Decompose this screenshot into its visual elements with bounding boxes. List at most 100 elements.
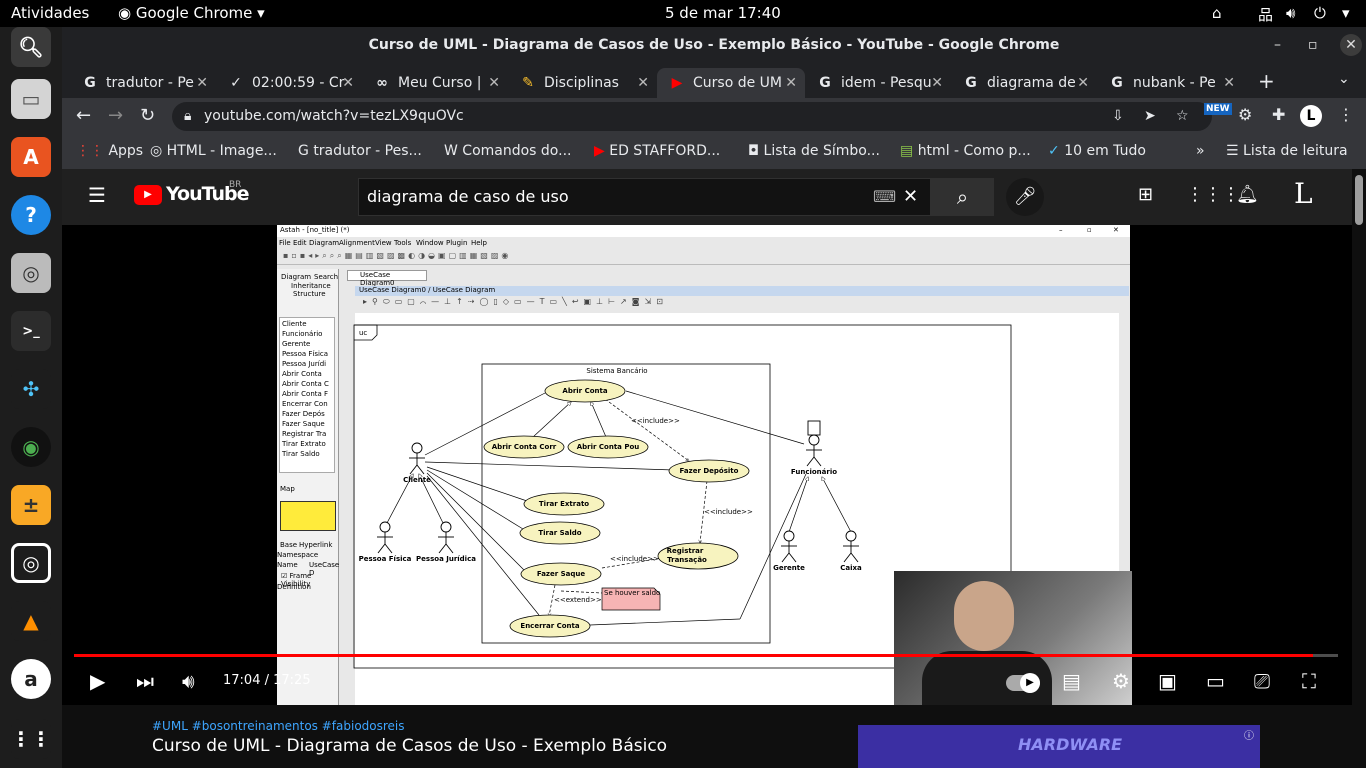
create-video-icon[interactable]: ⊞ bbox=[1138, 184, 1153, 205]
tab-search-icon[interactable]: ⌄ bbox=[1338, 71, 1350, 87]
google-icon: G bbox=[298, 143, 309, 159]
maximize-icon[interactable]: ▫ bbox=[1308, 27, 1318, 64]
tab[interactable]: ✎ Disciplinas ✕ bbox=[508, 68, 657, 98]
bookmarks-overflow-icon[interactable]: » bbox=[1196, 143, 1205, 159]
user-avatar[interactable]: L bbox=[1294, 177, 1313, 210]
camera-lens-icon[interactable]: ◉ bbox=[11, 427, 51, 467]
power-icon[interactable]: ⏻ bbox=[1314, 4, 1326, 22]
search-input[interactable]: diagrama de caso de uso ⌨ ✕ bbox=[358, 178, 931, 216]
info-icon[interactable]: ⓘ bbox=[1244, 727, 1254, 742]
fullscreen-icon[interactable]: ⛶ bbox=[1302, 669, 1316, 693]
tab[interactable]: Gdiagrama de ✕ bbox=[951, 68, 1097, 98]
close-icon[interactable]: ✕ bbox=[1223, 68, 1235, 98]
bookmark-label: Comandos do... bbox=[462, 143, 572, 159]
activities-button[interactable]: Atividades bbox=[11, 4, 89, 22]
extension-new-icon[interactable]: NEW bbox=[1204, 103, 1232, 115]
bookmark-item[interactable]: W Comandos do... bbox=[444, 143, 571, 159]
close-icon[interactable]: ✕ bbox=[196, 68, 208, 98]
autoplay-toggle[interactable]: ▶ bbox=[1006, 673, 1040, 693]
close-icon[interactable]: ✕ bbox=[1340, 34, 1362, 56]
show-apps-icon[interactable]: ⋮⋮ bbox=[11, 719, 51, 759]
keyboard-icon[interactable]: ⌨ bbox=[873, 179, 896, 215]
profile-avatar[interactable]: L bbox=[1300, 105, 1322, 127]
volume-icon[interactable]: 🔊︎ bbox=[1286, 4, 1295, 22]
bookmark-item[interactable]: ◎ HTML - Image... bbox=[150, 143, 277, 159]
puzzle-icon[interactable]: ✣ bbox=[11, 369, 51, 409]
tab[interactable]: Gnubank - Pe ✕ bbox=[1097, 68, 1243, 98]
close-icon[interactable]: ✕ bbox=[342, 68, 354, 98]
tab[interactable]: Gidem - Pesqu ✕ bbox=[805, 68, 951, 98]
bookmark-item[interactable]: G tradutor - Pes... bbox=[298, 143, 422, 159]
calculator-icon[interactable]: ± bbox=[11, 485, 51, 525]
webcam-icon[interactable]: ◎ bbox=[11, 543, 51, 583]
apps-grid-icon[interactable]: ⋮⋮⋮ bbox=[1186, 184, 1240, 205]
volume-icon[interactable]: 🔊︎ bbox=[182, 669, 195, 693]
uc-label: uc bbox=[359, 329, 367, 337]
bookmark-item[interactable]: ◘ Lista de Símbo... bbox=[748, 143, 880, 159]
close-icon[interactable]: ✕ bbox=[637, 68, 649, 98]
youtube-logo-icon[interactable]: ▶ bbox=[134, 185, 162, 205]
bookmark-label: tradutor - Pes... bbox=[313, 143, 422, 159]
close-icon[interactable]: ✕ bbox=[785, 68, 797, 98]
screenshot-icon[interactable]: ◎ bbox=[11, 253, 51, 293]
bookmark-label: HTML - Image... bbox=[166, 143, 277, 159]
terminal-icon[interactable]: >_ bbox=[11, 311, 51, 351]
microphone-icon[interactable]: 🎤︎ bbox=[1006, 178, 1044, 216]
window-title-text: Curso de UML - Diagrama de Casos de Uso … bbox=[368, 37, 1060, 53]
search-button[interactable]: ⌕ bbox=[931, 178, 994, 216]
subtitles-icon[interactable]: ▤ bbox=[1062, 669, 1081, 693]
app-center-icon[interactable]: A bbox=[11, 137, 51, 177]
back-icon[interactable]: ← bbox=[76, 105, 91, 126]
tab[interactable]: ∞ Meu Curso | ✕ bbox=[362, 68, 508, 98]
miniplayer-icon[interactable]: ▣ bbox=[1158, 669, 1177, 693]
page-scrollbar[interactable] bbox=[1352, 169, 1366, 768]
progress-bar[interactable] bbox=[74, 654, 1338, 657]
install-icon[interactable]: ⇩ bbox=[1112, 102, 1124, 131]
play-icon[interactable]: ▶ bbox=[90, 669, 105, 693]
bookmark-item[interactable]: ✓ 10 em Tudo bbox=[1048, 143, 1146, 159]
bookmark-label: html - Como p... bbox=[917, 143, 1031, 159]
clock[interactable]: 5 de mar 17:40 bbox=[665, 4, 781, 22]
bookmark-item[interactable]: ▤ html - Como p... bbox=[900, 143, 1031, 159]
dock-app-icon[interactable]: 🔍︎ bbox=[11, 27, 51, 67]
forward-icon[interactable]: → bbox=[108, 105, 123, 126]
hashtags[interactable]: #UML #bosontreinamentos #fabiodosreis bbox=[152, 719, 405, 733]
clear-icon[interactable]: ✕ bbox=[903, 179, 918, 215]
close-icon[interactable]: ✕ bbox=[488, 68, 500, 98]
theater-icon[interactable]: ▭ bbox=[1206, 669, 1225, 693]
notifications-icon[interactable]: 🔔︎ bbox=[1236, 184, 1259, 205]
settings-icon[interactable]: ⚙ bbox=[1112, 669, 1130, 693]
tab[interactable]: Gtradutor - Pe ✕ bbox=[70, 68, 216, 98]
scrollbar-thumb[interactable] bbox=[1355, 175, 1363, 225]
extension-icon[interactable]: ⚙ bbox=[1238, 105, 1252, 124]
video-player[interactable]: Astah - [no_title] (*) – ▫ ✕ File Edit D… bbox=[62, 225, 1352, 705]
vlc-icon[interactable]: ▲ bbox=[11, 601, 51, 641]
tab[interactable]: ✓ 02:00:59 - Cr ✕ bbox=[216, 68, 362, 98]
bookmark-item[interactable]: ▶ ED STAFFORD... bbox=[594, 143, 720, 159]
system-top-bar: Atividades ◉ Google Chrome ▾ 5 de mar 17… bbox=[0, 0, 1366, 27]
cast-icon[interactable]: ⎚ bbox=[1254, 669, 1270, 693]
star-icon[interactable]: ☆ bbox=[1176, 102, 1189, 131]
close-icon[interactable]: ✕ bbox=[1077, 68, 1089, 98]
new-tab-icon[interactable]: + bbox=[1258, 69, 1275, 93]
next-icon[interactable]: ⏭︎ bbox=[136, 669, 154, 693]
files-icon[interactable]: ▭ bbox=[11, 79, 51, 119]
send-icon[interactable]: ➤ bbox=[1144, 102, 1156, 131]
bookmark-apps[interactable]: ⋮⋮ Apps bbox=[76, 143, 143, 159]
chevron-down-icon[interactable]: ▾ bbox=[1342, 4, 1350, 22]
ad-banner[interactable]: HARDWARE ⓘ bbox=[858, 725, 1260, 768]
amazon-icon[interactable]: a bbox=[11, 659, 51, 699]
minimize-icon[interactable]: – bbox=[1274, 27, 1281, 64]
puzzle-extensions-icon[interactable]: ✚ bbox=[1272, 105, 1285, 124]
app-menu[interactable]: ◉ Google Chrome ▾ bbox=[118, 4, 265, 22]
reload-icon[interactable]: ↻ bbox=[140, 105, 155, 126]
network-icon[interactable]: ⌂ bbox=[1212, 4, 1222, 22]
close-icon[interactable]: ✕ bbox=[931, 68, 943, 98]
menu-icon[interactable]: ⋮ bbox=[1338, 105, 1354, 124]
tab-active[interactable]: ▶ Curso de UM ✕ bbox=[657, 68, 805, 98]
help-icon[interactable]: ? bbox=[11, 195, 51, 235]
reading-list[interactable]: ☰ Lista de leitura bbox=[1226, 143, 1348, 159]
wired-icon[interactable]: 品 bbox=[1258, 4, 1273, 25]
address-bar[interactable]: 🔒︎ youtube.com/watch?v=tezLX9quOVc ⇩ ➤ ☆ bbox=[172, 102, 1212, 131]
hamburger-icon[interactable]: ☰ bbox=[88, 183, 106, 207]
